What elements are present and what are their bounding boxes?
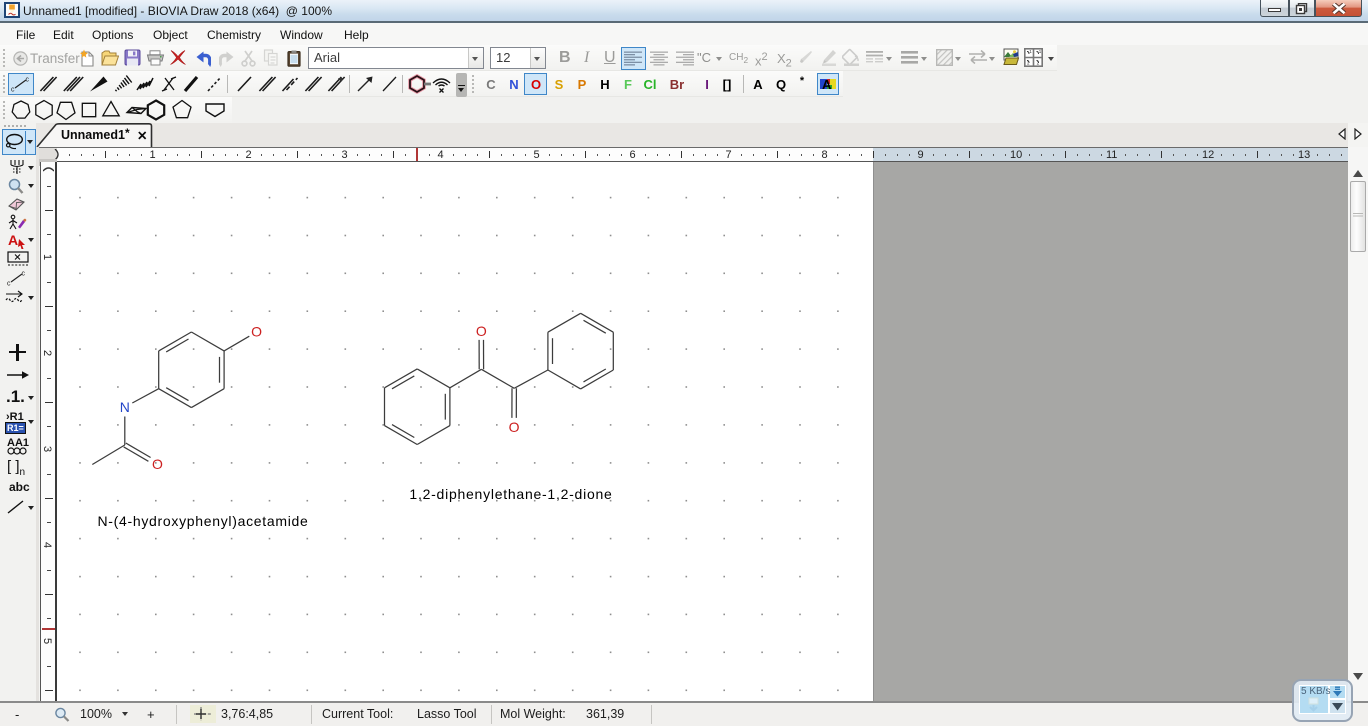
svg-text:N: N	[120, 399, 130, 415]
svg-text:O: O	[476, 323, 487, 339]
svg-text:O: O	[509, 419, 520, 435]
svg-text:O: O	[152, 456, 163, 472]
svg-text:O: O	[251, 324, 262, 340]
